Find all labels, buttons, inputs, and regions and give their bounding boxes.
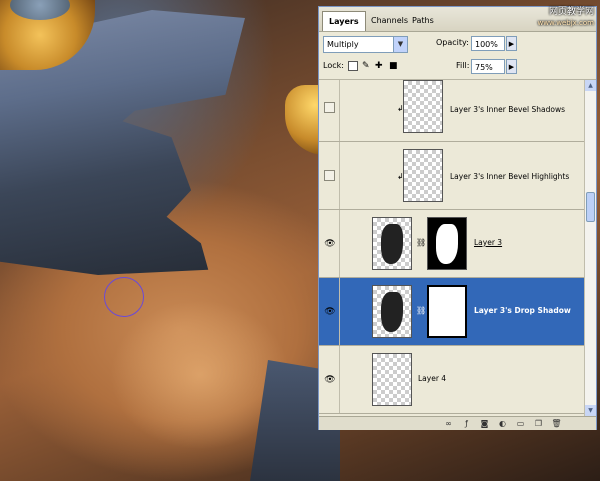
layer-thumbnail bbox=[403, 149, 443, 202]
eye-icon[interactable]: 👁 bbox=[323, 305, 337, 319]
fill-slider-button[interactable]: ▶ bbox=[506, 59, 517, 74]
new-layer-icon[interactable]: ❐ bbox=[533, 418, 544, 429]
statue-silhouette bbox=[381, 224, 403, 264]
shadow-silhouette bbox=[381, 292, 403, 332]
layer-row-inner-bevel-shadows[interactable]: ↲ Layer 3's Inner Bevel Shadows bbox=[319, 80, 584, 142]
visibility-toggle[interactable] bbox=[324, 102, 335, 113]
blend-row: Multiply ▼ Opacity: 100% ▶ bbox=[319, 34, 596, 56]
layer-name[interactable]: Layer 3's Inner Bevel Shadows bbox=[450, 105, 565, 115]
layer-row-layer-4[interactable]: 👁 Layer 4 bbox=[319, 346, 584, 414]
layers-list: ↲ Layer 3's Inner Bevel Shadows ↲ Layer … bbox=[319, 80, 584, 416]
mask-shape bbox=[436, 224, 458, 264]
layer-divider bbox=[339, 346, 340, 413]
layer-divider bbox=[339, 80, 340, 141]
eye-icon[interactable]: 👁 bbox=[323, 237, 337, 251]
tab-layers[interactable]: Layers bbox=[322, 11, 366, 31]
layers-scrollbar[interactable]: ▲ ▼ bbox=[584, 80, 596, 416]
panel-tabs: Layers Channels Paths 网页教学网 www.webjx.co… bbox=[319, 7, 596, 32]
visibility-toggle[interactable] bbox=[324, 170, 335, 181]
lock-row: Lock: ✎ ✚ ■ Fill: 75% ▶ bbox=[319, 57, 596, 80]
layers-panel: Layers Channels Paths 网页教学网 www.webjx.co… bbox=[318, 6, 597, 430]
layer-divider bbox=[339, 142, 340, 209]
scroll-up-icon[interactable]: ▲ bbox=[585, 80, 596, 91]
link-layers-icon[interactable]: ∞ bbox=[443, 418, 454, 429]
tab-paths[interactable]: Paths bbox=[406, 11, 440, 30]
opacity-label: Opacity: bbox=[436, 38, 469, 47]
layer-thumbnail bbox=[372, 217, 412, 270]
fill-label: Fill: bbox=[456, 61, 470, 70]
watermark-title: 网页教学网 bbox=[548, 7, 594, 17]
lock-transparency-checkbox[interactable] bbox=[348, 61, 358, 71]
new-group-icon[interactable]: ▭ bbox=[515, 418, 526, 429]
opacity-field[interactable]: 100% bbox=[471, 36, 505, 51]
adjustment-layer-icon[interactable]: ◐ bbox=[497, 418, 508, 429]
layer-name[interactable]: Layer 3's Inner Bevel Highlights bbox=[450, 172, 569, 182]
opacity-slider-button[interactable]: ▶ bbox=[506, 36, 517, 51]
panel-footer: ∞ ƒ ◙ ◐ ▭ ❐ 🗑 bbox=[319, 416, 596, 430]
lock-label: Lock: bbox=[323, 61, 344, 70]
fill-field[interactable]: 75% bbox=[471, 59, 505, 74]
layer-thumbnail bbox=[403, 80, 443, 133]
watermark-url: www.webjx.com bbox=[537, 19, 595, 27]
layer-thumbnail bbox=[372, 353, 412, 406]
layer-divider bbox=[339, 210, 340, 277]
lock-all-icon[interactable]: ■ bbox=[389, 59, 398, 73]
layer-row-drop-shadow[interactable]: 👁 ⛓ Layer 3's Drop Shadow bbox=[319, 278, 584, 346]
brush-cursor bbox=[104, 277, 144, 317]
brush-lock-icon[interactable]: ✎ bbox=[362, 59, 370, 73]
layer-row-inner-bevel-highlights[interactable]: ↲ Layer 3's Inner Bevel Highlights bbox=[319, 142, 584, 210]
add-mask-icon[interactable]: ◙ bbox=[479, 418, 490, 429]
scroll-down-icon[interactable]: ▼ bbox=[585, 405, 596, 416]
layer-style-icon[interactable]: ƒ bbox=[461, 418, 472, 429]
blend-mode-value: Multiply bbox=[327, 40, 359, 49]
scroll-thumb[interactable] bbox=[586, 192, 595, 222]
eye-icon[interactable]: 👁 bbox=[323, 373, 337, 387]
layer-thumbnail bbox=[372, 285, 412, 338]
mask-thumbnail[interactable] bbox=[427, 217, 467, 270]
watermark: 网页教学网 www.webjx.com bbox=[512, 7, 595, 29]
link-icon[interactable]: ⛓ bbox=[416, 306, 426, 315]
chevron-down-icon[interactable]: ▼ bbox=[393, 37, 407, 52]
layer-row-layer-3[interactable]: 👁 ⛓ Layer 3 bbox=[319, 210, 584, 278]
move-lock-icon[interactable]: ✚ bbox=[375, 59, 383, 73]
mask-thumbnail[interactable] bbox=[427, 285, 467, 338]
link-icon[interactable]: ⛓ bbox=[416, 238, 426, 247]
layer-name[interactable]: Layer 4 bbox=[418, 374, 446, 384]
layer-name[interactable]: Layer 3's Drop Shadow bbox=[474, 306, 571, 316]
layer-divider bbox=[339, 278, 340, 345]
layer-name[interactable]: Layer 3 bbox=[474, 238, 502, 248]
blend-mode-select[interactable]: Multiply ▼ bbox=[323, 36, 408, 53]
trash-icon[interactable]: 🗑 bbox=[551, 418, 562, 429]
